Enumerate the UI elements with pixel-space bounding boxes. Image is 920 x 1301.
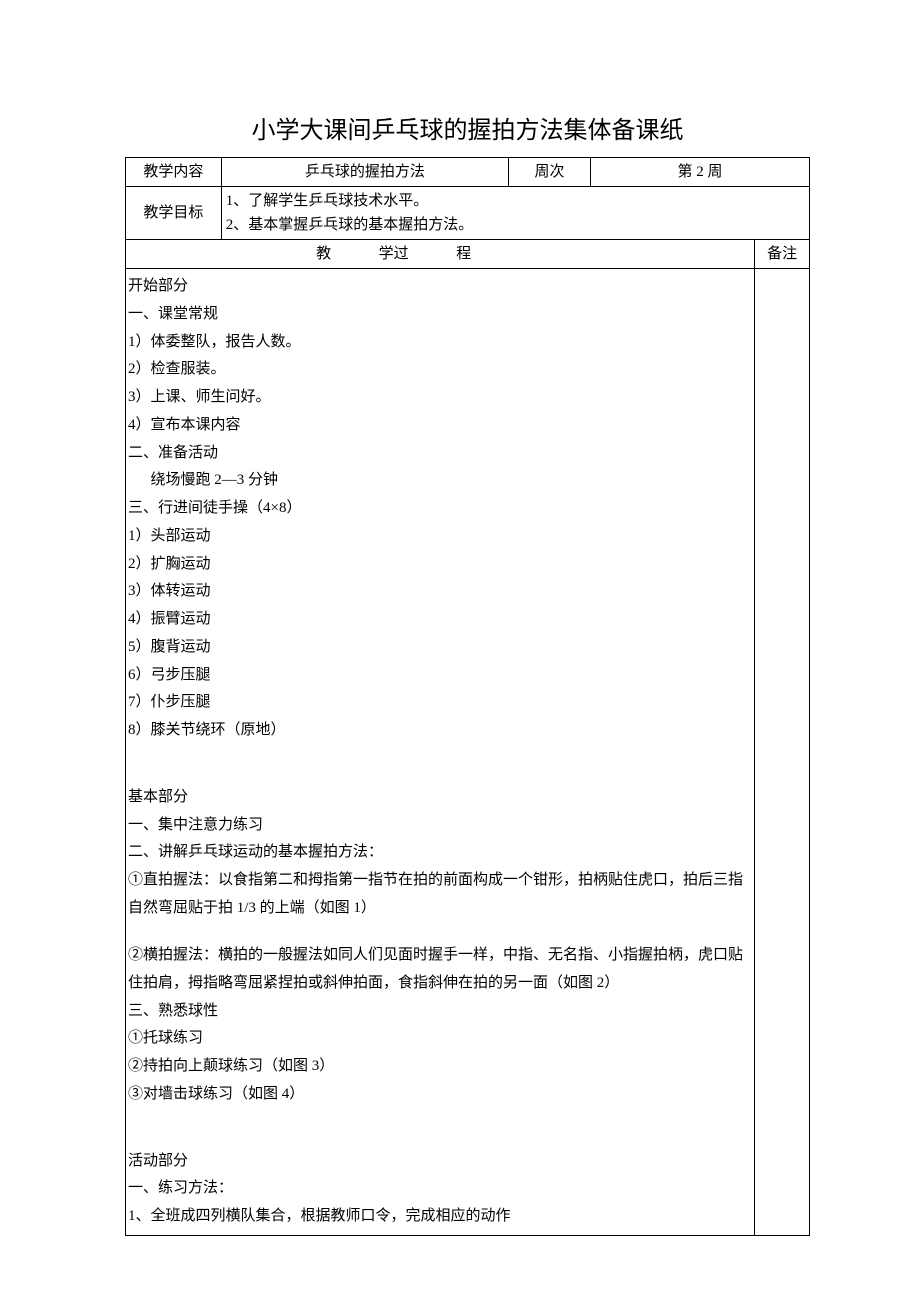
p-f3: ③对墙击球练习（如图 4） [128, 1086, 304, 1102]
p-c3: 3）体转运动 [128, 583, 211, 599]
p-c6: 6）弓步压腿 [128, 667, 211, 683]
p-g: 一、练习方法： [128, 1180, 233, 1196]
hdr-a: 教 [316, 246, 331, 262]
p-a3: 3）上课、师生问好。 [128, 389, 271, 405]
p-f2: ②持拍向上颠球练习（如图 3） [128, 1058, 334, 1074]
p-b: 二、准备活动 [128, 445, 218, 461]
row-process-body: 开始部分 一、课堂常规 1）体委整队，报告人数。 2）检查服装。 3）上课、师生… [126, 269, 810, 1236]
p-base: 基本部分 [128, 789, 188, 805]
p-a: 一、课堂常规 [128, 306, 218, 322]
label-teaching-content: 教学内容 [126, 158, 222, 187]
notes-cell [755, 269, 810, 1236]
label-process: 教 学过 程 [126, 240, 755, 269]
p-c: 三、行进间徒手操（4×8） [128, 500, 301, 516]
value-teaching-content: 乒乓球的握拍方法 [221, 158, 508, 187]
process-content: 开始部分 一、课堂常规 1）体委整队，报告人数。 2）检查服装。 3）上课、师生… [126, 269, 755, 1236]
value-teaching-goal: 1、了解学生乒乓球技术水平。 2、基本掌握乒乓球的基本握拍方法。 [221, 187, 809, 240]
p-a4: 4）宣布本课内容 [128, 417, 241, 433]
p-c7: 7）仆步压腿 [128, 694, 211, 710]
value-week: 第 2 周 [591, 158, 810, 187]
p-start: 开始部分 [128, 278, 188, 294]
page-title: 小学大课间乒乓球的握拍方法集体备课纸 [125, 110, 810, 145]
hdr-c: 程 [456, 246, 471, 262]
p-c4: 4）振臂运动 [128, 611, 211, 627]
row-content: 教学内容 乒乓球的握拍方法 周次 第 2 周 [126, 158, 810, 187]
label-teaching-goal: 教学目标 [126, 187, 222, 240]
p-a1: 1）体委整队，报告人数。 [128, 334, 301, 350]
p-a2: 2）检查服装。 [128, 361, 226, 377]
row-goal: 教学目标 1、了解学生乒乓球技术水平。 2、基本掌握乒乓球的基本握拍方法。 [126, 187, 810, 240]
p-d: 一、集中注意力练习 [128, 817, 263, 833]
row-process-header: 教 学过 程 备注 [126, 240, 810, 269]
lesson-table: 教学内容 乒乓球的握拍方法 周次 第 2 周 教学目标 1、了解学生乒乓球技术水… [125, 157, 810, 1236]
label-week: 周次 [509, 158, 591, 187]
hdr-b: 学过 [379, 246, 409, 262]
p-f1: ①托球练习 [128, 1030, 203, 1046]
p-c2: 2）扩胸运动 [128, 556, 211, 572]
p-f: 三、熟悉球性 [128, 1003, 218, 1019]
goal-line-2: 2、基本掌握乒乓球的基本握拍方法。 [226, 217, 474, 233]
p-e2: ②横拍握法：横拍的一般握法如同人们见面时握手一样，中指、无名指、小指握拍柄，虎口… [128, 947, 743, 991]
p-e: 二、讲解乒乓球运动的基本握拍方法： [128, 844, 383, 860]
p-c8: 8）膝关节绕环（原地） [128, 722, 286, 738]
p-g1: 1、全班成四列横队集合，根据教师口令，完成相应的动作 [128, 1208, 511, 1224]
p-act: 活动部分 [128, 1153, 188, 1169]
p-c1: 1）头部运动 [128, 528, 211, 544]
p-b1: 绕场慢跑 2—3 分钟 [128, 467, 278, 495]
goal-line-1: 1、了解学生乒乓球技术水平。 [226, 193, 429, 209]
p-c5: 5）腹背运动 [128, 639, 211, 655]
p-e1: ①直拍握法：以食指第二和拇指第一指节在拍的前面构成一个钳形，拍柄贴住虎口，拍后三… [128, 872, 743, 916]
